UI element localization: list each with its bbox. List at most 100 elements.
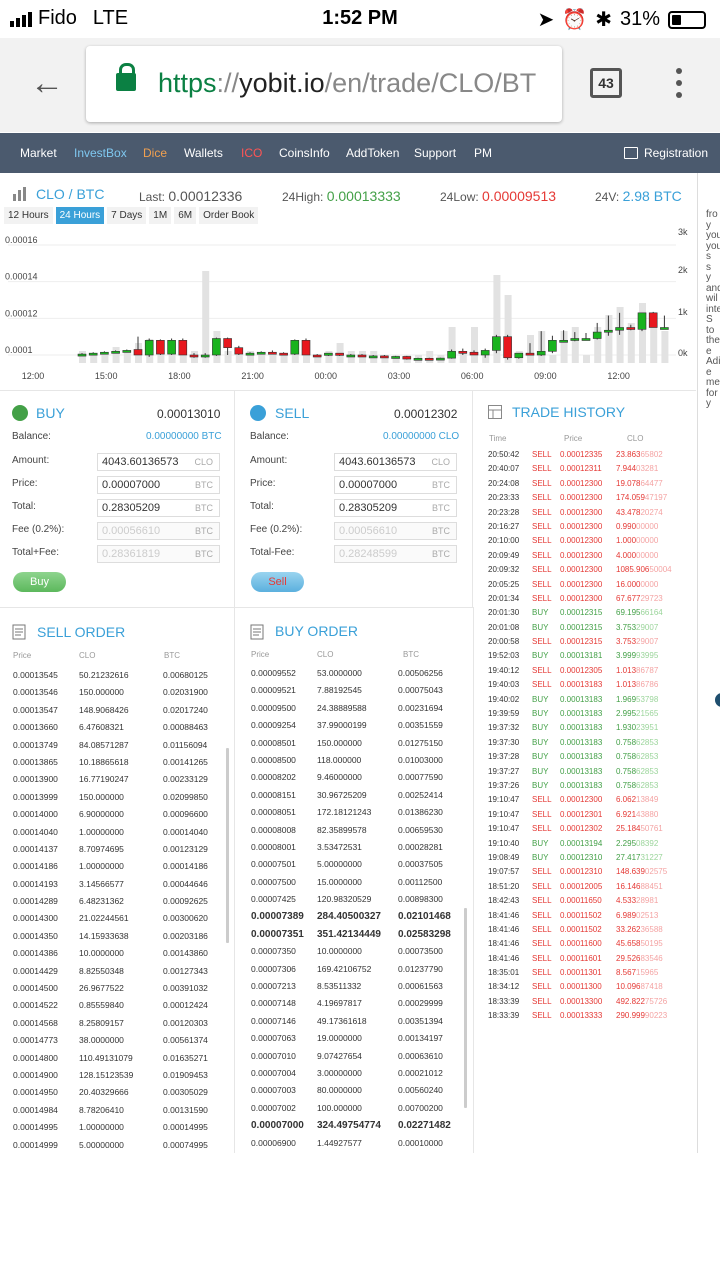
sell-total-fee-field: 0.28248599 BTC (334, 545, 457, 563)
buy-button[interactable]: Buy (13, 572, 66, 592)
sell-amount-label: Amount: (250, 455, 288, 466)
trade-amount-cell: 67.67729723 (616, 594, 663, 603)
sell-total-input[interactable]: 0.28305209 BTC (334, 499, 457, 517)
candle (368, 355, 378, 359)
registration-link[interactable]: Registration (623, 146, 708, 160)
nav-item-coinsinfo[interactable]: CoinsInfo (279, 146, 330, 160)
trade-amount: 1.969 (616, 694, 637, 704)
trade-time: 20:00:58 (488, 637, 520, 647)
back-arrow-icon[interactable]: ← (30, 66, 64, 100)
order-amount: 169.42106752 (317, 963, 372, 974)
nav-item-investbox[interactable]: InvestBox (74, 146, 127, 160)
buy-price-input[interactable]: 0.00007000 BTC (97, 476, 220, 494)
overflow-menu-icon[interactable] (676, 68, 684, 98)
order-price: 0.00007010 (251, 1050, 296, 1061)
trade-type: SELL (532, 521, 552, 531)
buy-order-scrollbar[interactable] (464, 908, 467, 1108)
trade-amount-cell: 4.00000000 (616, 551, 658, 560)
trade-amount-decimals: 29723 (640, 593, 663, 603)
trade-type: BUY (532, 838, 549, 848)
order-amount: 3.53472531 (317, 841, 362, 852)
trade-amount-decimals: 00000 (636, 521, 659, 531)
trade-price: 0.00012300 (560, 478, 603, 488)
candle (447, 351, 456, 359)
nav-item-wallets[interactable]: Wallets (184, 146, 223, 160)
nav-item-ico[interactable]: ICO (241, 146, 262, 160)
period-tab[interactable]: 6M (174, 207, 197, 224)
period-tab[interactable]: 24 Hours (55, 207, 105, 224)
buy-amount-input[interactable]: 4043.60136573 CLO (97, 453, 220, 471)
order-price: 0.00013545 (13, 670, 58, 680)
candle (290, 340, 300, 355)
chat-text-fragment: s (706, 251, 711, 262)
trade-amount: 1.013 (616, 680, 637, 690)
order-total: 0.02099850 (163, 791, 208, 802)
volume-tick-label: 3k (678, 227, 688, 237)
trade-price: 0.00012300 (560, 579, 603, 589)
trade-amount-decimals: 21565 (636, 709, 659, 719)
pair-link[interactable]: CLO / BTC (36, 186, 104, 202)
candle (570, 338, 580, 341)
candle (111, 351, 120, 354)
sell-amount-input[interactable]: 4043.60136573 CLO (334, 453, 457, 471)
sell-balance[interactable]: 0.00000000 CLO (383, 431, 459, 442)
buy-amount-label: Amount: (12, 455, 50, 466)
trade-amount-cell: 148.63902575 (616, 867, 667, 876)
sell-order-scrollbar[interactable] (226, 748, 229, 943)
candle (312, 354, 322, 358)
nav-item-dice[interactable]: Dice (143, 146, 167, 160)
sell-fee-value: 0.00056610 (339, 525, 398, 537)
order-amount: 10.18865618 (79, 756, 129, 767)
order-amount: 49.17361618 (317, 1015, 367, 1026)
trade-type: SELL (532, 536, 552, 546)
order-price: 0.00014999 (13, 1139, 58, 1150)
sell-button[interactable]: Sell (251, 572, 304, 592)
low-label-text: 24Low: (440, 190, 479, 204)
order-total: 0.00088463 (163, 722, 208, 733)
trade-time: 20:05:25 (488, 579, 520, 589)
volume-bar (123, 351, 131, 363)
tab-count-button[interactable]: 43 (590, 68, 622, 98)
period-tab[interactable]: 7 Days (107, 207, 147, 224)
nav-item-support[interactable]: Support (414, 146, 456, 160)
trade-type: SELL (532, 896, 552, 906)
trade-time: 18:41:46 (488, 910, 520, 920)
trade-amount-decimals: 86786 (636, 680, 659, 690)
order-price: 0.00014000 (13, 809, 58, 820)
trade-amount-decimals: 20274 (640, 507, 663, 517)
order-total: 0.00351559 (398, 720, 443, 731)
buy-balance[interactable]: 0.00000000 BTC (146, 431, 222, 442)
period-tab[interactable]: Order Book (199, 207, 259, 224)
order-amount: 50.21232616 (79, 670, 129, 680)
trade-price: 0.00013181 (560, 651, 603, 661)
trade-amount-decimals: 93995 (636, 651, 659, 661)
nav-item-pm[interactable]: PM (474, 146, 492, 160)
trade-amount: 69.195 (616, 608, 641, 618)
trade-amount-decimals: 62853 (636, 780, 659, 790)
volume-bar (258, 355, 266, 363)
url-field[interactable]: https://yobit.io/en/trade/CLO/BT (86, 46, 562, 122)
nav-item-addtoken[interactable]: AddToken (346, 146, 399, 160)
trade-amount-decimals: 50761 (640, 824, 663, 834)
trade-amount: 1085.906 (616, 565, 650, 575)
order-price: 0.00014137 (13, 843, 58, 854)
trade-time: 19:10:47 (488, 809, 520, 819)
trade-type: SELL (532, 867, 552, 877)
trade-time: 19:08:49 (488, 852, 520, 862)
trade-amount-cell: 45.65850195 (616, 939, 663, 948)
url-path: /en/trade/CLO/BT (324, 68, 537, 98)
sell-price-input[interactable]: 0.00007000 BTC (334, 476, 457, 494)
trade-amount: 1.000 (616, 536, 637, 546)
order-amount: 6.47608321 (79, 722, 124, 733)
period-tab[interactable]: 12 Hours (4, 207, 53, 224)
order-amount: 6.48231362 (79, 896, 124, 907)
nav-item-market[interactable]: Market (20, 146, 57, 160)
order-amount: 8.78206410 (79, 1104, 124, 1115)
trade-amount-cell: 16.14688451 (616, 882, 663, 891)
buy-total-input[interactable]: 0.28305209 BTC (97, 499, 220, 517)
period-tab[interactable]: 1M (149, 207, 172, 224)
order-total: 0.00506256 (398, 668, 443, 678)
trade-price: 0.00012300 (560, 521, 603, 531)
trade-amount: 67.677 (616, 593, 641, 603)
trade-type: SELL (532, 507, 552, 517)
